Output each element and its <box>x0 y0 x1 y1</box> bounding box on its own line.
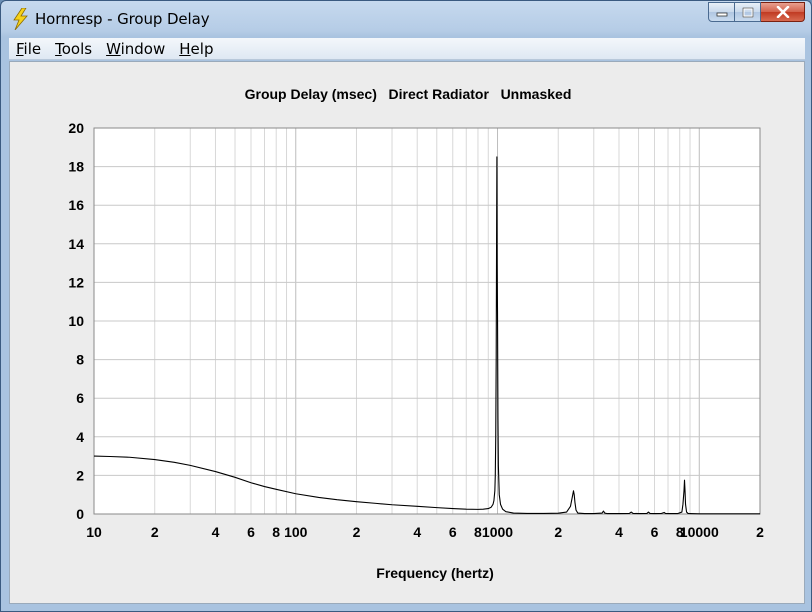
y-tick-label: 10 <box>68 313 84 329</box>
x-tick-label: 2 <box>756 524 764 540</box>
chart-area: Group Delay (msec) Direct Radiator Unmas… <box>9 61 805 604</box>
x-tick-label: 2 <box>554 524 562 540</box>
y-tick-label: 8 <box>76 352 84 368</box>
x-tick-label: 4 <box>615 524 623 540</box>
y-tick-label: 14 <box>68 236 84 252</box>
menu-file-accel: F <box>16 39 24 58</box>
menu-file[interactable]: File <box>16 40 41 58</box>
menu-bar: File Tools Window Help <box>9 38 805 60</box>
menu-window[interactable]: Window <box>106 40 165 58</box>
y-tick-label: 4 <box>76 429 84 445</box>
x-axis-label: Frequency (hertz) <box>376 565 493 581</box>
menu-window-label: indow <box>120 39 166 58</box>
menu-tools-label: ools <box>61 39 93 58</box>
title-bar[interactable]: Hornresp - Group Delay <box>1 1 811 37</box>
close-button[interactable] <box>761 2 805 22</box>
x-tick-label: 100 <box>284 524 308 540</box>
menu-window-accel: W <box>106 39 121 58</box>
x-tick-label: 2 <box>353 524 361 540</box>
close-icon <box>776 6 789 18</box>
y-tick-label: 12 <box>68 274 84 290</box>
menu-tools[interactable]: Tools <box>55 40 92 58</box>
x-tick-label: 1000 <box>482 524 513 540</box>
menu-help-accel: H <box>179 39 191 58</box>
group-delay-chart: 0246810121416182010 2 4 6 8 100 2 4 6 8 1000 2 4 6 810… <box>68 120 764 581</box>
minimize-icon <box>716 12 727 17</box>
x-tick-label: 8 <box>272 524 280 540</box>
y-tick-label: 2 <box>76 467 84 483</box>
minimize-button[interactable] <box>708 2 735 22</box>
menu-tools-accel: T <box>55 39 62 58</box>
maximize-icon <box>742 7 753 17</box>
maximize-button[interactable] <box>735 2 761 22</box>
y-tick-label: 0 <box>76 506 84 522</box>
y-tick-label: 16 <box>68 197 84 213</box>
window-title: Hornresp - Group Delay <box>35 10 210 28</box>
menu-help[interactable]: Help <box>179 40 213 58</box>
x-tick-label: 2 <box>151 524 159 540</box>
x-tick-label: 8 <box>474 524 482 540</box>
x-tick-label: 6 <box>449 524 457 540</box>
x-tick-label: 4 <box>212 524 220 540</box>
y-tick-label: 6 <box>76 390 84 406</box>
menu-help-label: elp <box>190 39 214 58</box>
x-tick-label: 10000 <box>680 524 719 540</box>
x-tick-label: 6 <box>651 524 659 540</box>
window-controls <box>708 2 805 22</box>
y-tick-label: 20 <box>68 120 84 136</box>
y-tick-label: 18 <box>68 159 84 175</box>
main-window: Hornresp - Group Delay File Tools Window… <box>0 0 812 612</box>
menu-file-label: ile <box>23 39 42 58</box>
lightning-bolt-icon[interactable] <box>10 8 30 30</box>
x-tick-label: 6 <box>247 524 255 540</box>
x-tick-label: 4 <box>413 524 421 540</box>
x-tick-label: 10 <box>86 524 102 540</box>
